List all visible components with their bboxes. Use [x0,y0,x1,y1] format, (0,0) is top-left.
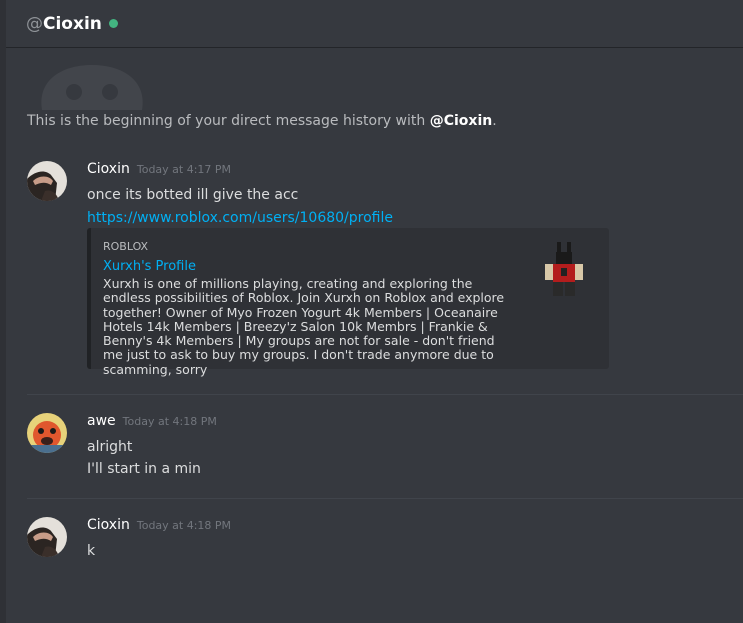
avatar-icon [27,161,67,201]
avatar-icon [27,413,67,453]
message-group: awe Today at 4:18 PM alright I'll start … [27,413,743,483]
header-username[interactable]: Cioxin [43,14,102,34]
online-status-icon [108,19,118,28]
message-author[interactable]: Cioxin [87,161,130,177]
avatar[interactable] [27,413,67,453]
avatar[interactable] [27,517,67,557]
discord-watermark-icon [41,65,143,110]
message-text: alright [87,439,133,455]
embed-description: Xurxh is one of millions playing, creati… [103,276,505,377]
message-timestamp: Today at 4:18 PM [136,519,232,532]
message-author[interactable]: Cioxin [87,517,130,533]
dm-beginning-text: This is the beginning of your direct mes… [27,113,497,129]
avatar[interactable] [27,161,67,201]
link-embed: ROBLOX Xurxh's Profile Xurxh is one of m… [87,228,609,376]
message-header: Cioxin Today at 4:18 PM [87,517,231,533]
message-text: I'll start in a min [87,461,201,477]
message-header: awe Today at 4:18 PM [87,413,217,429]
message-timestamp: Today at 4:17 PM [136,163,232,176]
roblox-avatar-thumbnail-icon[interactable] [537,240,593,300]
message-divider [27,498,743,499]
message-group: Cioxin Today at 4:17 PM once its botted … [27,161,743,376]
message-divider [27,394,743,395]
message-timestamp: Today at 4:18 PM [122,415,217,428]
sidebar-edge [0,0,6,623]
intro-text: This is the beginning of your direct mes… [27,113,430,129]
at-icon: @ [26,13,43,34]
intro-end: . [492,113,497,129]
message-header: Cioxin Today at 4:17 PM [87,161,231,177]
message-text: k [87,543,96,559]
message-text: once its botted ill give the acc [87,187,299,203]
avatar-icon [27,517,67,557]
intro-mention[interactable]: @Cioxin [430,113,493,129]
embed-provider: ROBLOX [103,240,149,253]
channel-header: @ Cioxin [6,0,743,47]
message-group: Cioxin Today at 4:18 PM k [27,517,743,567]
message-author[interactable]: awe [87,413,116,429]
message-link[interactable]: https://www.roblox.com/users/10680/profi… [87,210,393,226]
embed-title-link[interactable]: Xurxh's Profile [103,259,196,274]
